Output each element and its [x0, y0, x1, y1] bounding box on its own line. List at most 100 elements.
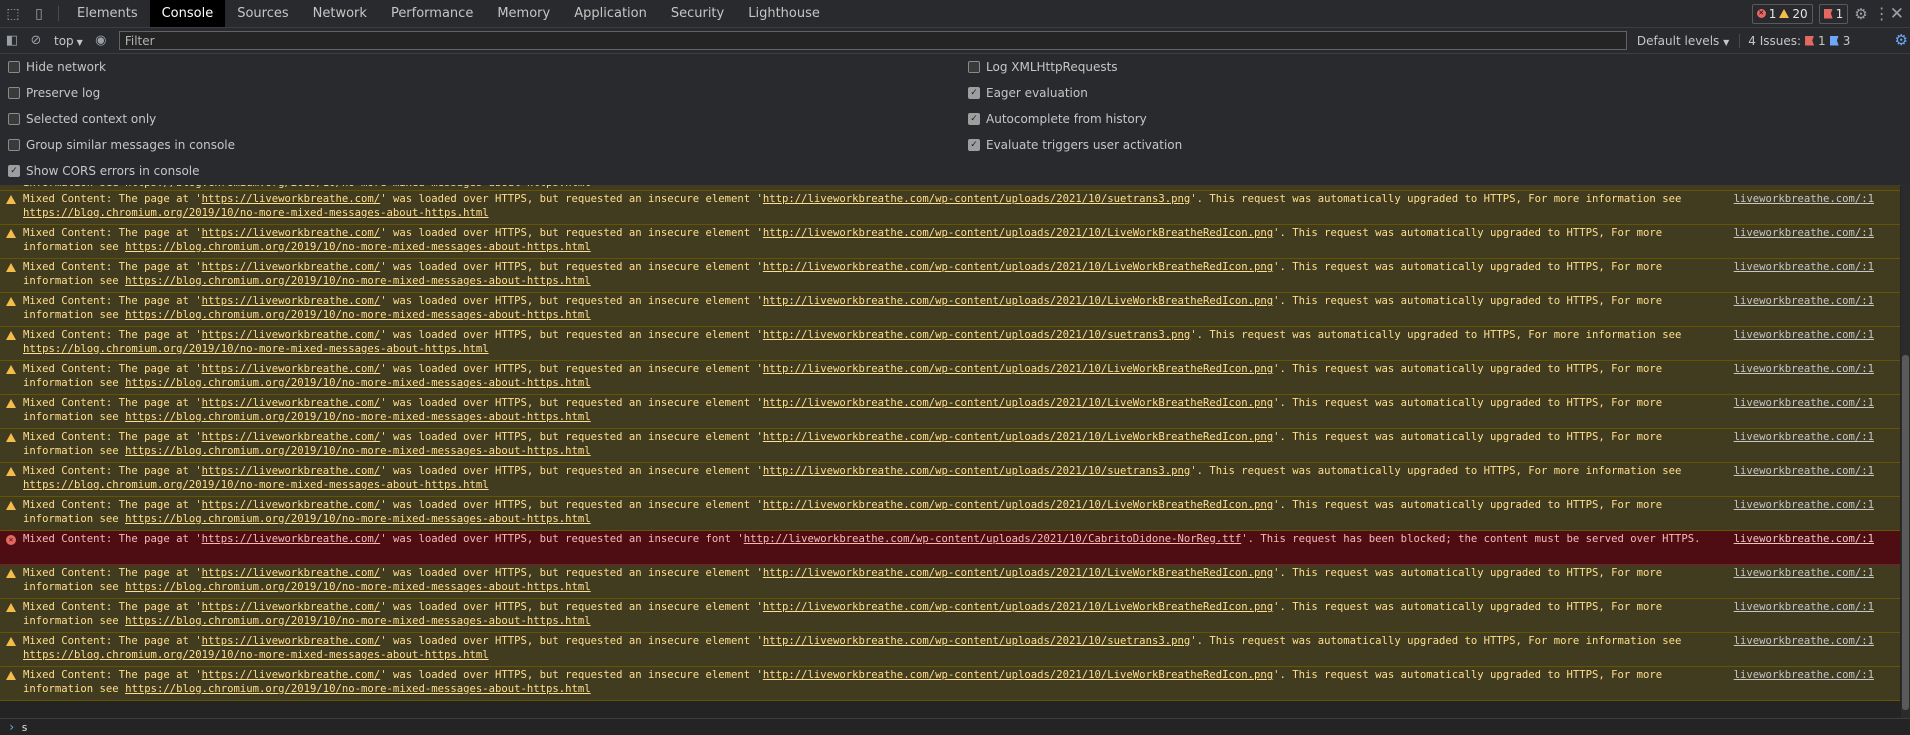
setting-show-cors-errors-in-console[interactable]: ✓ Show CORS errors in console — [8, 164, 200, 178]
resource-url-link[interactable]: http://liveworkbreathe.com/wp-content/up… — [763, 431, 1273, 443]
tab-lighthouse[interactable]: Lighthouse — [736, 0, 832, 27]
source-link[interactable]: liveworkbreathe.com/:1 — [1734, 567, 1874, 581]
blog-url-link[interactable]: https://blog.chromium.org/2019/10/no-mor… — [125, 241, 591, 253]
resource-url-link[interactable]: http://liveworkbreathe.com/wp-content/up… — [763, 465, 1190, 477]
setting-hide-network[interactable]: Hide network — [8, 60, 106, 74]
checkbox[interactable]: ✓ — [968, 113, 980, 125]
page-url-link[interactable]: https://liveworkbreathe.com/ — [202, 669, 381, 681]
resource-url-link[interactable]: http://liveworkbreathe.com/wp-content/up… — [763, 227, 1273, 239]
page-url-link[interactable]: https://liveworkbreathe.com/ — [202, 567, 381, 579]
blog-url-link[interactable]: https://blog.chromium.org/2019/10/no-mor… — [125, 615, 591, 627]
page-url-link[interactable]: https://liveworkbreathe.com/ — [202, 397, 381, 409]
scrollbar[interactable] — [1901, 185, 1910, 718]
blog-url-link[interactable]: https://blog.chromium.org/2019/10/no-mor… — [125, 445, 591, 457]
page-url-link[interactable]: https://liveworkbreathe.com/ — [202, 533, 381, 545]
tab-performance[interactable]: Performance — [379, 0, 485, 27]
console-settings-icon[interactable]: ⚙ — [1895, 31, 1908, 49]
context-selector[interactable]: top ▼ — [48, 34, 89, 48]
prompt-input[interactable]: s — [21, 721, 28, 734]
source-link[interactable]: liveworkbreathe.com/:1 — [1734, 295, 1874, 309]
sidebar-toggle-icon[interactable]: ◧ — [0, 33, 24, 48]
console-prompt[interactable]: › s — [0, 718, 1910, 735]
resource-url-link[interactable]: http://liveworkbreathe.com/wp-content/up… — [763, 567, 1273, 579]
tab-console[interactable]: Console — [149, 0, 226, 27]
blog-url-link[interactable]: https://blog.chromium.org/2019/10/no-mor… — [125, 377, 591, 389]
setting-log-xmlhttprequests[interactable]: Log XMLHttpRequests — [968, 60, 1118, 74]
page-url-link[interactable]: https://liveworkbreathe.com/ — [202, 431, 381, 443]
setting-selected-context-only[interactable]: Selected context only — [8, 112, 156, 126]
error-warning-counter[interactable]: ✕ 1 20 — [1751, 3, 1813, 24]
setting-eager-evaluation[interactable]: ✓ Eager evaluation — [968, 86, 1088, 100]
source-link[interactable]: liveworkbreathe.com/:1 — [1734, 431, 1874, 445]
blog-url-link[interactable]: https://blog.chromium.org/2019/10/no-mor… — [125, 581, 591, 593]
inspect-element-icon[interactable]: ⬚ — [0, 0, 26, 27]
gear-icon[interactable]: ⚙ — [1854, 5, 1867, 23]
resource-url-link[interactable]: http://liveworkbreathe.com/wp-content/up… — [763, 261, 1273, 273]
setting-evaluate-triggers-user-activation[interactable]: ✓ Evaluate triggers user activation — [968, 138, 1182, 152]
checkbox[interactable] — [968, 61, 980, 73]
clear-console-icon[interactable]: ⊘ — [24, 33, 48, 48]
blog-url-link[interactable]: https://blog.chromium.org/2019/10/no-mor… — [23, 649, 489, 661]
resource-url-link[interactable]: http://liveworkbreathe.com/wp-content/up… — [763, 669, 1273, 681]
checkbox[interactable]: ✓ — [8, 165, 20, 177]
tab-sources[interactable]: Sources — [225, 0, 300, 27]
source-link[interactable]: liveworkbreathe.com/:1 — [1734, 635, 1874, 649]
resource-url-link[interactable]: http://liveworkbreathe.com/wp-content/up… — [763, 397, 1273, 409]
resource-url-link[interactable]: http://liveworkbreathe.com/wp-content/up… — [763, 329, 1190, 341]
page-url-link[interactable]: https://liveworkbreathe.com/ — [202, 193, 381, 205]
tab-network[interactable]: Network — [301, 0, 379, 27]
checkbox[interactable] — [8, 139, 20, 151]
more-options-icon[interactable]: ⋮ — [1874, 4, 1890, 23]
source-link[interactable]: liveworkbreathe.com/:1 — [1734, 261, 1874, 275]
checkbox[interactable] — [8, 113, 20, 125]
issues-button[interactable]: 4 Issues: 1 3 — [1739, 33, 1850, 48]
filter-input[interactable] — [118, 31, 1627, 50]
resource-url-link[interactable]: http://liveworkbreathe.com/wp-content/up… — [763, 295, 1273, 307]
page-url-link[interactable]: https://liveworkbreathe.com/ — [202, 329, 381, 341]
source-link[interactable]: liveworkbreathe.com/:1 — [1734, 465, 1874, 479]
scrollbar-thumb[interactable] — [1902, 355, 1909, 710]
page-url-link[interactable]: https://liveworkbreathe.com/ — [202, 227, 381, 239]
checkbox[interactable]: ✓ — [968, 139, 980, 151]
resource-url-link[interactable]: http://liveworkbreathe.com/wp-content/up… — [763, 601, 1273, 613]
page-url-link[interactable]: https://liveworkbreathe.com/ — [202, 635, 381, 647]
tab-security[interactable]: Security — [659, 0, 736, 27]
source-link[interactable]: liveworkbreathe.com/:1 — [1734, 669, 1874, 683]
source-link[interactable]: liveworkbreathe.com/:1 — [1734, 329, 1874, 343]
blog-url-link[interactable]: https://blog.chromium.org/2019/10/no-mor… — [125, 683, 591, 695]
blog-url-link[interactable]: https://blog.chromium.org/2019/10/no-mor… — [125, 275, 591, 287]
page-url-link[interactable]: https://liveworkbreathe.com/ — [202, 363, 381, 375]
source-link[interactable]: liveworkbreathe.com/:1 — [1734, 601, 1874, 615]
resource-url-link[interactable]: http://liveworkbreathe.com/wp-content/up… — [763, 635, 1190, 647]
source-link[interactable]: liveworkbreathe.com/:1 — [1734, 227, 1874, 241]
blog-url-link[interactable]: https://blog.chromium.org/2019/10/no-mor… — [125, 411, 591, 423]
page-url-link[interactable]: https://liveworkbreathe.com/ — [202, 295, 381, 307]
setting-preserve-log[interactable]: Preserve log — [8, 86, 100, 100]
log-levels-dropdown[interactable]: Default levels ▼ — [1637, 34, 1729, 48]
source-link[interactable]: liveworkbreathe.com/:1 — [1734, 499, 1874, 513]
blog-url-link[interactable]: https://blog.chromium.org/2019/10/no-mor… — [23, 343, 489, 355]
blog-url-link[interactable]: https://blog.chromium.org/2019/10/no-mor… — [23, 207, 489, 219]
tab-elements[interactable]: Elements — [65, 0, 150, 27]
setting-group-similar-messages-in-console[interactable]: Group similar messages in console — [8, 138, 235, 152]
resource-url-link[interactable]: http://liveworkbreathe.com/wp-content/up… — [763, 363, 1273, 375]
blog-url-link[interactable]: https://blog.chromium.org/2019/10/no-mor… — [125, 309, 591, 321]
close-icon[interactable]: ✕ — [1890, 4, 1904, 24]
page-url-link[interactable]: https://liveworkbreathe.com/ — [202, 601, 381, 613]
blog-url-link[interactable]: https://blog.chromium.org/2019/10/no-mor… — [125, 513, 591, 525]
tab-application[interactable]: Application — [562, 0, 659, 27]
page-url-link[interactable]: https://liveworkbreathe.com/ — [202, 499, 381, 511]
source-link[interactable]: liveworkbreathe.com/:1 — [1734, 397, 1874, 411]
blog-url-link[interactable]: https://blog.chromium.org/2019/10/no-mor… — [23, 479, 489, 491]
page-url-link[interactable]: https://liveworkbreathe.com/ — [202, 261, 381, 273]
issues-counter[interactable]: 1 — [1818, 3, 1849, 24]
device-toolbar-icon[interactable]: ▯ — [26, 0, 52, 27]
page-url-link[interactable]: https://liveworkbreathe.com/ — [202, 465, 381, 477]
eye-icon[interactable]: ◉ — [89, 33, 113, 48]
resource-url-link[interactable]: http://liveworkbreathe.com/wp-content/up… — [763, 499, 1273, 511]
setting-autocomplete-from-history[interactable]: ✓ Autocomplete from history — [968, 112, 1147, 126]
source-link[interactable]: liveworkbreathe.com/:1 — [1734, 363, 1874, 377]
tab-memory[interactable]: Memory — [485, 0, 562, 27]
resource-url-link[interactable]: http://liveworkbreathe.com/wp-content/up… — [744, 533, 1242, 545]
source-link[interactable]: liveworkbreathe.com/:1 — [1734, 533, 1874, 547]
